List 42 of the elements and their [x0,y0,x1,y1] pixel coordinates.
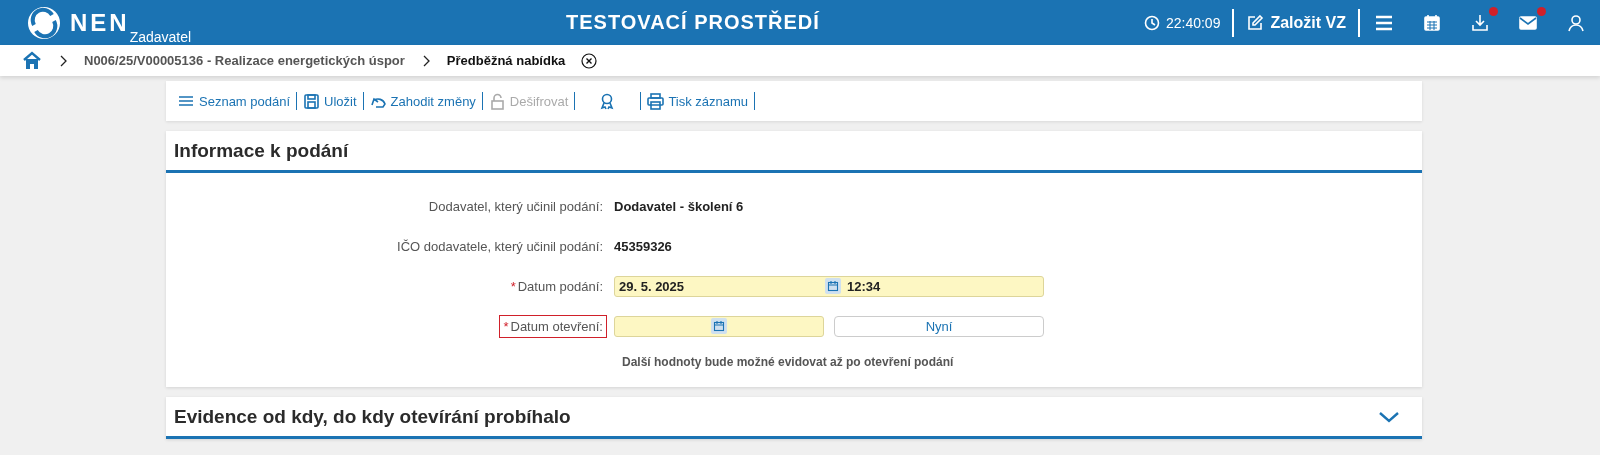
section-header[interactable]: Evidence od kdy, do kdy otevírání probíhalo [166,397,1422,439]
calendar-icon[interactable] [713,320,725,332]
field-label: IČO dodavatele, který učinil podání: [396,237,604,256]
logo-icon [26,4,62,41]
clock-time: 22:40:09 [1165,14,1221,31]
unlock-icon [488,92,506,110]
toolbar-button[interactable]: Uložit [297,91,363,111]
field-label: Dodavatel, který učinil podání: [427,197,604,216]
download-icon[interactable] [1470,12,1490,33]
section-header[interactable]: Informace k podání [166,131,1422,173]
logo-text: NEN [70,8,130,37]
toolbar-button[interactable]: Zahodit změny [363,91,482,111]
breadcrumb-link[interactable]: Předběžná nabídka [446,53,566,68]
create-button[interactable]: Založit VZ [1234,13,1358,32]
field-label: *Datum otevření: [500,315,606,337]
calendar-icon[interactable] [827,280,839,292]
printer-icon [647,92,665,110]
now-button[interactable]: Nyní [834,315,1044,337]
notification-dot [1537,6,1546,16]
field-value: Dodavatel - školení 6 [614,198,744,214]
date-field[interactable] [614,315,824,337]
field-value: 45359326 [614,238,672,254]
info-note: Další hodnoty bude možné evidovat až po otevření podání [622,355,955,369]
user-icon[interactable] [1566,12,1586,33]
toolbar-button[interactable]: Tisk záznamu [641,91,755,111]
environment-title: TESTOVACÍ PROSTŘEDÍ [566,11,821,34]
calendar-icon[interactable] [1422,12,1442,33]
section-title: Informace k podání [174,139,349,162]
chevron-down-icon[interactable] [1378,409,1400,424]
edit-icon [1246,13,1265,32]
save-icon [303,92,321,110]
home-icon[interactable] [22,50,42,71]
breadcrumb-link[interactable]: N006/25/V00005136 - Realizace energetických úspor [84,53,405,68]
field-label: *Datum podání: [509,277,604,296]
clock-icon [1143,14,1160,31]
logo-subtitle: Zadavatel [129,28,192,45]
date-time-field[interactable]: 29. 5. 2025 12:34 [614,275,1044,297]
chevron-right-icon [58,53,68,68]
notification-dot [1489,6,1498,16]
section-title: Evidence od kdy, do kdy otevírání probíhalo [174,405,571,428]
toolbar-button[interactable]: Seznam podání [172,91,297,111]
close-icon[interactable] [581,52,598,69]
